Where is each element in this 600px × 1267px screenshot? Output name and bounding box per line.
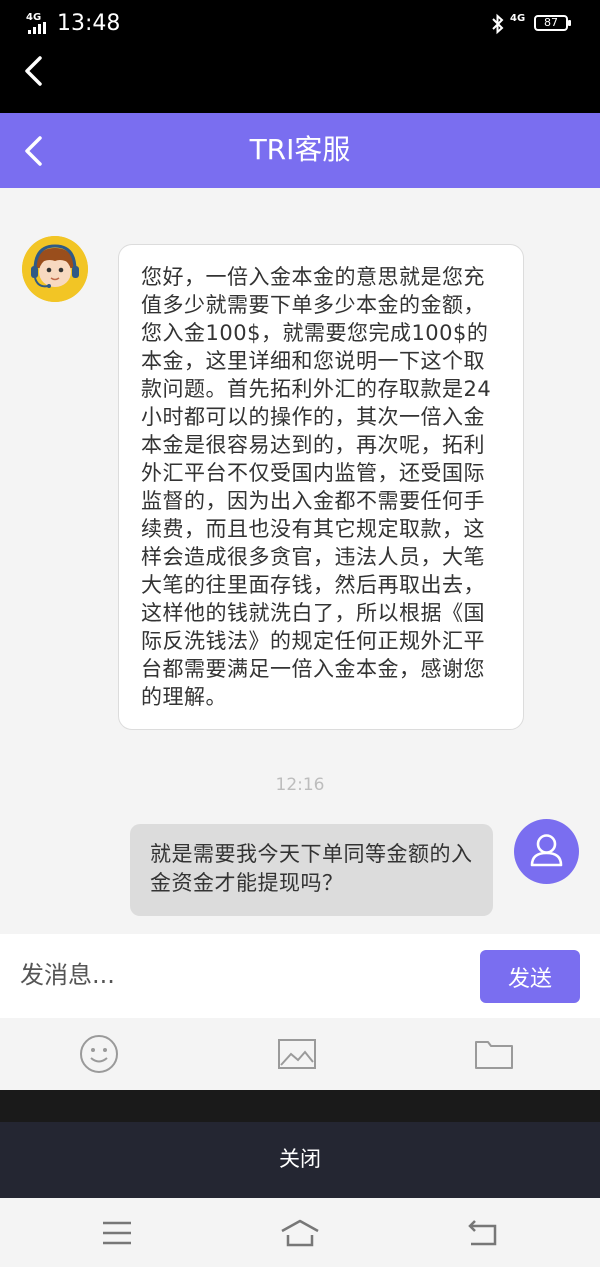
emoji-icon[interactable] [79, 1034, 119, 1074]
user-icon [530, 834, 563, 867]
browser-toolbar [0, 48, 600, 113]
battery-icon: 87 [534, 15, 571, 31]
close-bar[interactable]: 关闭 [0, 1122, 600, 1198]
bluetooth-icon [492, 13, 504, 35]
page-title: TRI客服 [249, 133, 351, 166]
image-icon[interactable] [277, 1034, 317, 1074]
agent-avatar [22, 236, 88, 302]
system-navigation-bar [0, 1198, 600, 1267]
clock: 13:48 [57, 11, 121, 36]
incoming-message[interactable]: 您好，一倍入金本金的意思就是您充值多少就需要下单多少本金的金额，您入金100$，… [118, 244, 524, 730]
chat-header: TRI客服 [0, 113, 600, 188]
outgoing-message[interactable]: 就是需要我今天下单同等金额的入金资金才能提现吗？ [130, 824, 493, 916]
chat-area[interactable]: 您好，一倍入金本金的意思就是您充值多少就需要下单多少本金的金额，您入金100$，… [0, 188, 600, 934]
return-icon[interactable] [463, 1218, 503, 1248]
network-type: 4G [26, 12, 42, 23]
status-bar: 4G 13:48 4G 87 [0, 0, 600, 48]
network-type-secondary: 4G [510, 13, 526, 24]
separator [0, 1090, 600, 1122]
attachment-toolbar [0, 1018, 600, 1088]
home-icon[interactable] [280, 1218, 320, 1248]
send-button[interactable]: 发送 [480, 950, 580, 1003]
menu-icon[interactable] [97, 1218, 137, 1248]
message-input[interactable] [20, 952, 460, 998]
support-agent-icon [22, 236, 88, 302]
close-button[interactable]: 关闭 [0, 1144, 600, 1174]
composer: 发送 [0, 934, 600, 1018]
user-avatar [514, 819, 579, 884]
back-icon[interactable] [22, 54, 46, 88]
folder-icon[interactable] [474, 1034, 514, 1074]
message-timestamp: 12:16 [275, 775, 325, 795]
